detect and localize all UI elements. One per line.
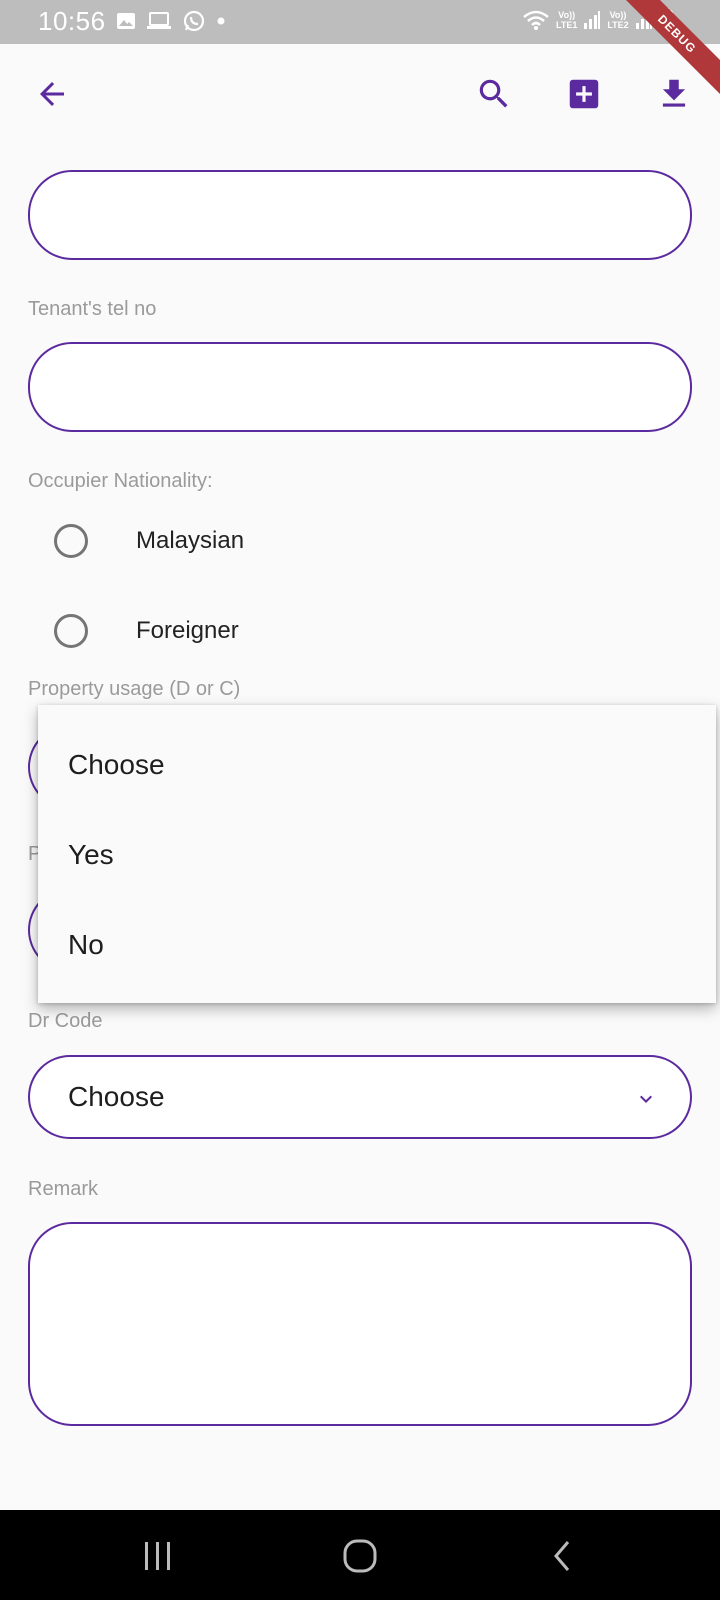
menu-item-yes[interactable]: Yes: [68, 839, 114, 871]
download-button[interactable]: [652, 72, 696, 116]
recents-button[interactable]: [136, 1534, 180, 1578]
dr-code-select[interactable]: Choose: [28, 1055, 692, 1139]
system-nav-bar: [0, 1510, 720, 1600]
nationality-option-malaysian[interactable]: Malaysian: [54, 516, 244, 566]
recents-icon: [145, 1542, 170, 1570]
property-usage-label: Property usage (D or C): [28, 678, 241, 700]
dot-icon: [217, 17, 225, 25]
radio-button[interactable]: [54, 614, 88, 648]
wifi-icon: [523, 10, 549, 30]
sim2-network: LTE2: [607, 20, 629, 30]
menu-item-no[interactable]: No: [68, 929, 104, 961]
nationality-option-foreigner[interactable]: Foreigner: [54, 606, 239, 656]
add-box-icon: [569, 79, 599, 109]
back-arrow-icon: [40, 82, 64, 106]
laptop-icon: [147, 12, 171, 29]
add-button[interactable]: [562, 72, 606, 116]
radio-label: Foreigner: [136, 617, 239, 644]
back-nav-button[interactable]: [540, 1534, 584, 1578]
home-icon: [343, 1539, 377, 1573]
top-text-field[interactable]: [28, 170, 692, 260]
search-icon: [479, 79, 508, 108]
signal-icon: [584, 11, 601, 29]
sim2-volte: Vo)): [609, 10, 627, 20]
tenant-tel-label: Tenant's tel no: [28, 298, 157, 320]
back-nav-icon: [554, 1541, 570, 1571]
app-bar: [0, 44, 720, 144]
occupier-nationality-label: Occupier Nationality:: [28, 470, 213, 492]
menu-item-choose[interactable]: Choose: [68, 749, 165, 781]
chevron-down-icon: [640, 1095, 652, 1103]
back-button[interactable]: [30, 72, 74, 116]
radio-button[interactable]: [54, 524, 88, 558]
sim1-network: LTE1: [556, 20, 578, 30]
notification-icons: [116, 9, 226, 33]
download-icon: [662, 79, 686, 107]
dr-code-value: Choose: [68, 1081, 165, 1112]
dropdown-menu: Choose Yes No: [38, 705, 716, 1003]
sim1-volte: Vo)): [558, 10, 576, 20]
dr-code-label: Dr Code: [28, 1010, 103, 1032]
whatsapp-icon: [183, 10, 205, 32]
sim2-indicator: Vo)) LTE2: [607, 10, 628, 30]
home-button[interactable]: [338, 1534, 382, 1578]
gallery-icon: [117, 13, 135, 29]
remark-label: Remark: [28, 1178, 99, 1200]
sim1-indicator: Vo)) LTE1: [556, 10, 577, 30]
search-button[interactable]: [472, 72, 516, 116]
tenant-tel-field[interactable]: [28, 342, 692, 432]
remark-textarea[interactable]: [28, 1222, 692, 1426]
status-time: 10:56: [38, 6, 106, 36]
radio-label: Malaysian: [136, 527, 245, 554]
status-bar: 10:56 Vo)) LTE1 Vo)) LTE2: [0, 0, 720, 44]
